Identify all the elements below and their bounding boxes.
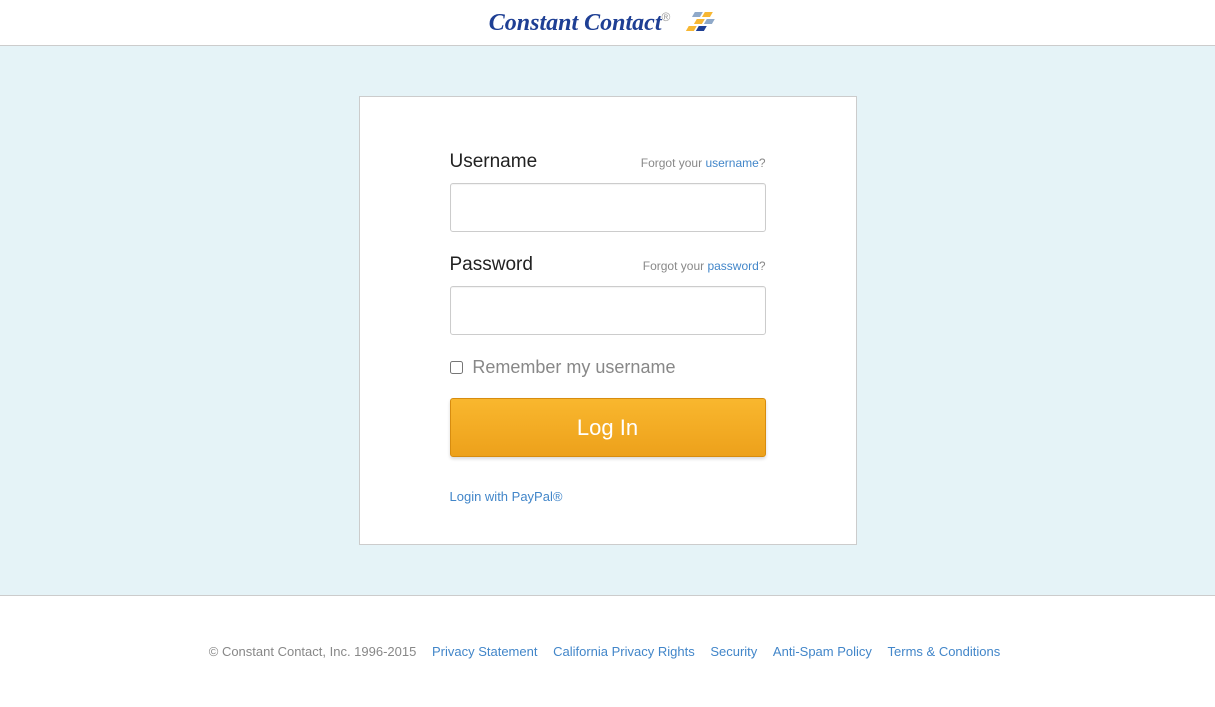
forgot-username-link[interactable]: username xyxy=(705,156,758,170)
footer-link-security[interactable]: Security xyxy=(710,644,757,659)
forgot-username-text: Forgot your username? xyxy=(641,156,766,170)
username-input[interactable] xyxy=(450,183,766,232)
brand-swoosh-icon xyxy=(680,10,726,37)
login-button[interactable]: Log In xyxy=(450,398,766,457)
remember-checkbox[interactable] xyxy=(450,361,463,374)
login-paypal-link[interactable]: Login with PayPal® xyxy=(450,489,563,504)
password-input[interactable] xyxy=(450,286,766,335)
copyright-text: © Constant Contact, Inc. 1996-2015 xyxy=(209,644,417,659)
forgot-username-suffix: ? xyxy=(759,156,766,170)
brand-name: Constant Contact xyxy=(489,10,662,36)
brand-logo: Constant Contact® xyxy=(489,10,726,37)
login-card: Username Forgot your username? Password … xyxy=(359,96,857,545)
forgot-password-link[interactable]: password xyxy=(707,259,758,273)
page-header: Constant Contact® xyxy=(0,0,1215,46)
remember-row: Remember my username xyxy=(450,357,766,378)
footer-link-california[interactable]: California Privacy Rights xyxy=(553,644,695,659)
username-group: Username Forgot your username? xyxy=(450,151,766,232)
forgot-username-prefix: Forgot your xyxy=(641,156,706,170)
forgot-password-suffix: ? xyxy=(759,259,766,273)
main-area: Username Forgot your username? Password … xyxy=(0,46,1215,596)
password-group: Password Forgot your password? xyxy=(450,254,766,335)
username-label: Username xyxy=(450,151,538,173)
password-label: Password xyxy=(450,254,533,276)
registered-mark: ® xyxy=(662,10,671,24)
remember-label[interactable]: Remember my username xyxy=(472,357,675,377)
forgot-password-prefix: Forgot your xyxy=(643,259,708,273)
footer-link-terms[interactable]: Terms & Conditions xyxy=(888,644,1001,659)
footer-link-privacy[interactable]: Privacy Statement xyxy=(432,644,538,659)
footer-link-antispam[interactable]: Anti-Spam Policy xyxy=(773,644,872,659)
page-footer: © Constant Contact, Inc. 1996-2015 Priva… xyxy=(0,596,1215,707)
forgot-password-text: Forgot your password? xyxy=(643,259,766,273)
